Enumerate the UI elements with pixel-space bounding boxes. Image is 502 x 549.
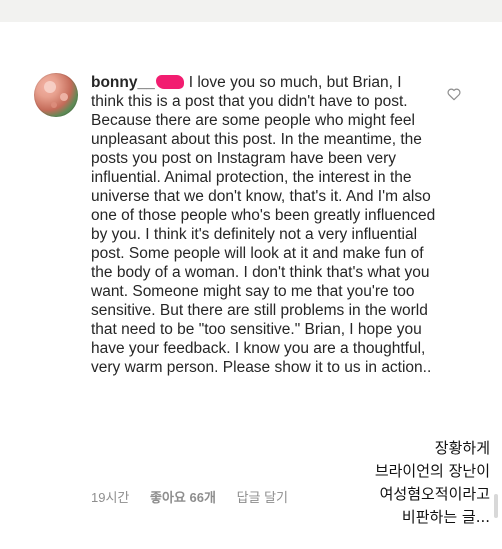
top-strip [0,0,502,22]
like-count-button[interactable]: 좋아요 66개 [150,490,216,505]
avatar[interactable] [34,73,78,117]
scrollbar[interactable] [494,494,498,518]
comment-time: 19시간 [91,490,130,505]
overlay-line: 브라이언의 장난이 [374,462,490,480]
comment-body: bonny__ I love you so much, but Brian, I … [91,73,436,377]
overlay-caption: 장황하게 브라이언의 장난이 여성혐오적이라고 비판하는 글... [310,437,490,529]
comment-meta: 19시간 좋아요 66개 답글 달기 [91,487,305,506]
comment-username[interactable]: bonny__ [91,74,155,91]
overlay-line: 장황하게 [434,439,490,457]
overlay-line: 여성혐오적이라고 [379,485,490,503]
heart-outline-icon[interactable] [446,86,462,102]
comment-text: I love you so much, but Brian, I think t… [91,74,436,376]
redaction-mark [155,75,184,89]
overlay-line: 비판하는 글... [401,508,490,526]
reply-button[interactable]: 답글 달기 [237,490,288,505]
